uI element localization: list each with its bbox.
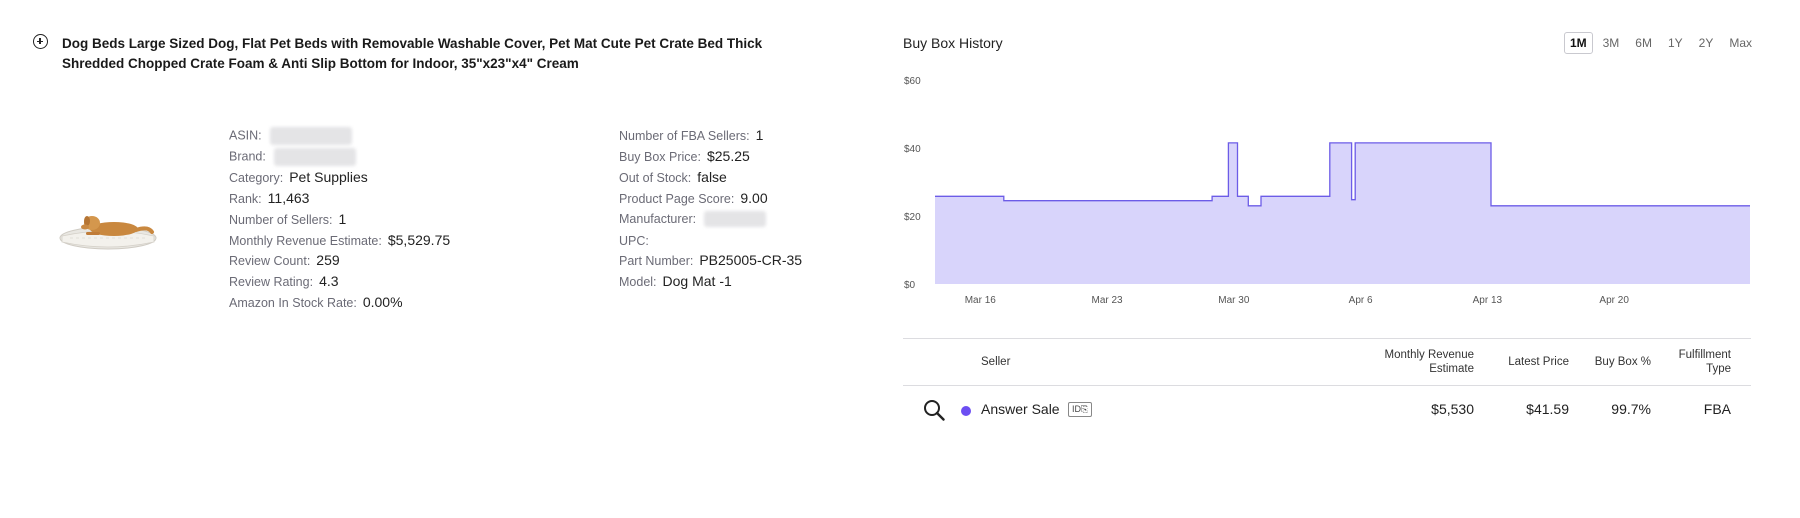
range-tab-6m[interactable]: 6M [1629, 32, 1658, 54]
detail-product-page-score-value: 9.00 [740, 189, 768, 206]
detail-amazon-in-stock-rate-label: Amazon In Stock Rate: [229, 296, 357, 311]
seller-table: Seller Monthly Revenue Estimate Latest P… [903, 338, 1751, 434]
detail-monthly-revenue-estimate-value: $5,529.75 [387, 231, 451, 248]
detail-number-of-fba-sellers-value: 1 [755, 127, 764, 143]
detail-part-number-value: PB25005-CR-35 [699, 252, 803, 269]
detail-part-number-label: Part Number: [619, 254, 694, 269]
seller-id-badge[interactable]: ID⎘ [1068, 402, 1093, 417]
y-tick-label: $60 [904, 76, 921, 87]
detail-number-of-sellers: Number of Sellers: 1 [229, 211, 346, 228]
header-monthly-revenue-line2: Estimate [1429, 363, 1474, 375]
y-tick-label: $20 [904, 212, 921, 223]
detail-brand: Brand: [229, 147, 356, 166]
detail-review-rating-value: 4.3 [319, 273, 339, 290]
detail-model: Model: Dog Mat -1 [619, 273, 732, 290]
detail-product-page-score: Product Page Score: 9.00 [619, 190, 768, 207]
detail-upc-label: UPC: [619, 233, 649, 248]
header-latest-price[interactable]: Latest Price [1508, 355, 1569, 369]
detail-number-of-sellers-value: 1 [338, 210, 347, 227]
detail-rank-label: Rank: [229, 191, 262, 206]
detail-asin: ASIN: [229, 127, 352, 145]
detail-out-of-stock-value: false [697, 168, 727, 185]
detail-buy-box-price-value: $25.25 [706, 147, 750, 164]
detail-product-page-score-label: Product Page Score: [619, 191, 735, 206]
detail-amazon-in-stock-rate-value: 0.00% [362, 294, 403, 311]
x-tick-label: Mar 16 [965, 295, 997, 306]
y-tick-label: $0 [904, 280, 916, 291]
y-tick-label: $40 [904, 144, 921, 155]
x-tick-label: Mar 30 [1218, 295, 1250, 306]
detail-out-of-stock: Out of Stock: false [619, 169, 727, 186]
range-tab-max[interactable]: Max [1723, 32, 1758, 54]
detail-brand-redacted [273, 147, 356, 166]
range-tab-2y[interactable]: 2Y [1693, 32, 1720, 54]
seller-id-badge-label: ID [1072, 404, 1081, 414]
buy-box-history-title: Buy Box History [903, 35, 1003, 51]
detail-model-value: Dog Mat -1 [662, 273, 732, 290]
detail-review-rating: Review Rating: 4.3 [229, 273, 339, 290]
detail-manufacturer: Manufacturer: [619, 211, 767, 228]
buy-box-chart: $0 $20 $40 $60 Mar 16 Mar 23 Mar 30 Apr 6 Apr 13… [900, 70, 1760, 310]
detail-monthly-revenue-estimate-label: Monthly Revenue Estimate: [229, 233, 382, 248]
detail-part-number: Part Number: PB25005-CR-35 [619, 252, 802, 269]
detail-number-of-fba-sellers: Number of FBA Sellers: 1 [619, 127, 763, 144]
seller-buy-box-percent: 99.7% [1611, 401, 1651, 417]
dog-bed-illustration [59, 216, 157, 250]
range-tab-3m[interactable]: 3M [1597, 32, 1626, 54]
x-tick-label: Apr 6 [1349, 295, 1373, 306]
detail-brand-label: Brand: [229, 149, 266, 164]
search-icon[interactable] [923, 399, 945, 421]
dog-bed-image [56, 196, 160, 254]
range-tabs: 1M 3M 6M 1Y 2Y Max [1563, 32, 1758, 54]
x-tick-label: Mar 23 [1091, 295, 1123, 306]
seller-color-dot [961, 406, 971, 416]
header-monthly-revenue-line1: Monthly Revenue [1384, 349, 1475, 361]
detail-out-of-stock-label: Out of Stock: [619, 170, 692, 185]
seller-name[interactable]: Answer Sale [981, 401, 1060, 417]
detail-monthly-revenue-estimate: Monthly Revenue Estimate: $5,529.75 [229, 232, 450, 249]
detail-asin-redacted [269, 127, 352, 145]
detail-category: Category: Pet Supplies [229, 169, 368, 186]
detail-model-label: Model: [619, 275, 657, 290]
expand-plus-icon[interactable] [33, 34, 48, 49]
detail-manufacturer-redacted [704, 211, 767, 228]
table-row[interactable]: Answer Sale ID⎘ $5,530 $41.59 99.7% FBA [903, 386, 1751, 434]
header-fulfillment-line2: Type [1706, 363, 1731, 375]
seller-fulfillment-type: FBA [1703, 401, 1731, 417]
table-header: Seller Monthly Revenue Estimate Latest P… [903, 338, 1751, 386]
detail-review-count-label: Review Count: [229, 254, 311, 269]
header-monthly-revenue[interactable]: Monthly Revenue Estimate [1385, 348, 1475, 376]
header-fulfillment-line1: Fulfillment [1678, 349, 1731, 361]
seller-latest-price: $41.59 [1526, 401, 1569, 417]
detail-buy-box-price-label: Buy Box Price: [619, 149, 701, 164]
product-title: Dog Beds Large Sized Dog, Flat Pet Beds … [62, 36, 763, 71]
detail-category-label: Category: [229, 170, 284, 185]
range-tab-1m[interactable]: 1M [1563, 32, 1593, 54]
detail-asin-label: ASIN: [229, 128, 262, 143]
header-buy-box-percent[interactable]: Buy Box % [1595, 355, 1651, 369]
detail-amazon-in-stock-rate: Amazon In Stock Rate: 0.00% [229, 294, 403, 311]
buy-box-chart-svg: $0 $20 $40 $60 Mar 16 Mar 23 Mar 30 Apr 6 Apr 13… [904, 76, 1750, 306]
detail-buy-box-price: Buy Box Price: $25.25 [619, 148, 750, 165]
range-tab-1y[interactable]: 1Y [1662, 32, 1689, 54]
detail-manufacturer-label: Manufacturer: [619, 211, 697, 226]
detail-rank-value: 11,463 [267, 189, 310, 206]
x-tick-label: Apr 13 [1473, 295, 1503, 306]
detail-number-of-fba-sellers-label: Number of FBA Sellers: [619, 129, 750, 143]
detail-category-value: Pet Supplies [289, 168, 368, 185]
detail-rank: Rank: 11,463 [229, 190, 309, 207]
seller-revenue: $5,530 [1431, 401, 1474, 417]
detail-review-rating-label: Review Rating: [229, 275, 314, 290]
detail-number-of-sellers-label: Number of Sellers: [229, 212, 333, 227]
detail-review-count: Review Count: 259 [229, 252, 340, 269]
detail-upc: UPC: [619, 232, 655, 249]
header-fulfillment-type[interactable]: Fulfillment Type [1679, 348, 1731, 376]
x-tick-label: Apr 20 [1599, 295, 1629, 306]
series-area [935, 142, 1750, 284]
header-seller[interactable]: Seller [981, 355, 1010, 369]
detail-review-count-value: 259 [316, 252, 340, 269]
